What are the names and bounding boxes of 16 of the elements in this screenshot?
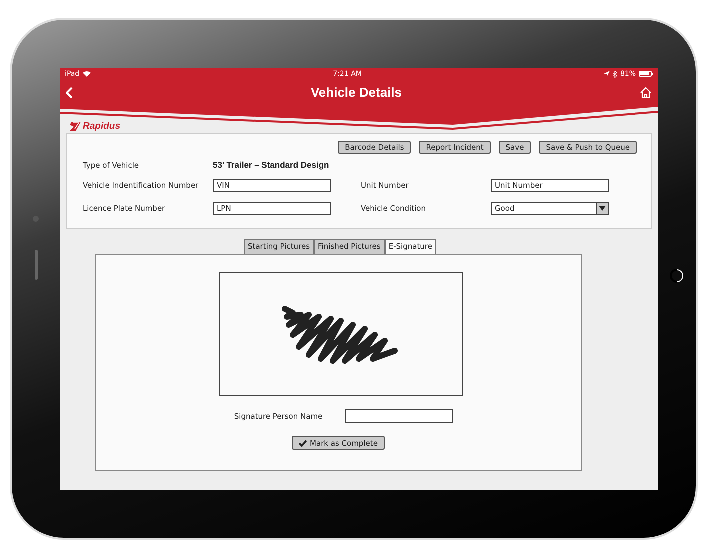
- home-icon[interactable]: [640, 86, 652, 98]
- logo-icon: [70, 122, 81, 131]
- home-button-icon[interactable]: [669, 268, 685, 284]
- bluetooth-icon: [613, 70, 618, 78]
- location-icon: [604, 71, 610, 77]
- side-button-icon: [34, 250, 38, 280]
- checkmark-icon: [299, 440, 308, 446]
- brand-name: Rapidus: [83, 121, 120, 132]
- screen-title: Vehicle Details: [310, 85, 404, 100]
- vehicle-type-value: 53’ Trailer – Standard Design: [213, 160, 330, 170]
- wifi-icon: [82, 71, 91, 77]
- back-icon[interactable]: [66, 86, 73, 98]
- input-field[interactable]: [344, 409, 453, 423]
- battery-icon: [639, 71, 653, 77]
- dropdown-arrow-icon: [599, 206, 606, 211]
- signature-pad[interactable]: [218, 272, 462, 396]
